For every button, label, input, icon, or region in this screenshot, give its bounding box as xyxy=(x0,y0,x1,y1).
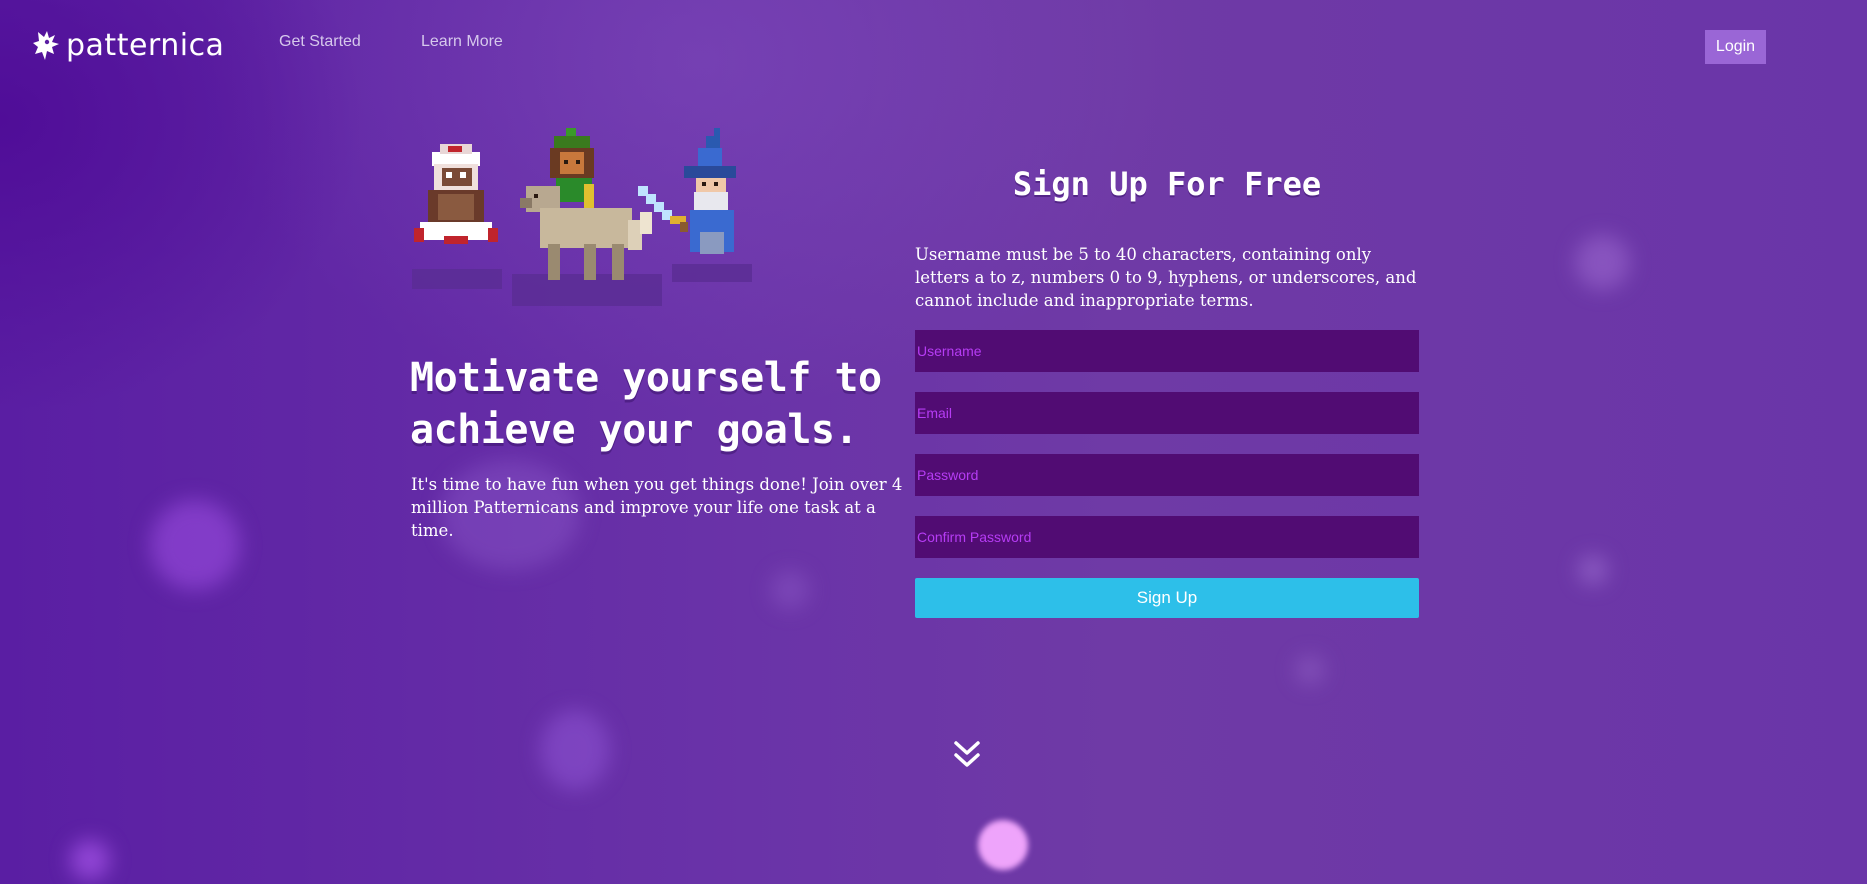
login-button[interactable]: Login xyxy=(1705,30,1766,64)
password-input[interactable] xyxy=(915,454,1419,496)
double-chevron-down-icon[interactable] xyxy=(951,740,983,770)
email-input[interactable] xyxy=(915,392,1419,434)
brand-name: patternica xyxy=(66,28,225,63)
hero-title: Motivate yourself to achieve your goals. xyxy=(410,355,882,453)
background-glow xyxy=(1578,555,1608,585)
hero-subtitle: It's time to have fun when you get thing… xyxy=(411,475,903,540)
background-glow xyxy=(540,710,610,790)
gryphon-logo-icon xyxy=(33,31,59,60)
background-glow xyxy=(150,500,240,590)
background-glow xyxy=(1575,235,1630,290)
username-requirements-text: Username must be 5 to 40 characters, con… xyxy=(915,245,1417,310)
background-glow xyxy=(70,840,110,880)
username-input[interactable] xyxy=(915,330,1419,372)
background-glow xyxy=(1295,655,1325,685)
page-background xyxy=(0,0,1867,884)
signup-button[interactable]: Sign Up xyxy=(915,578,1419,618)
nav-get-started[interactable]: Get Started xyxy=(279,33,361,51)
hero-characters-illustration xyxy=(412,128,752,306)
background-glow xyxy=(978,820,1028,870)
brand-logo-link[interactable]: patternica xyxy=(32,28,224,64)
nav-learn-more[interactable]: Learn More xyxy=(421,33,503,51)
background-glow xyxy=(770,570,810,610)
signup-title: Sign Up For Free xyxy=(1012,165,1322,203)
confirm-password-input[interactable] xyxy=(915,516,1419,558)
